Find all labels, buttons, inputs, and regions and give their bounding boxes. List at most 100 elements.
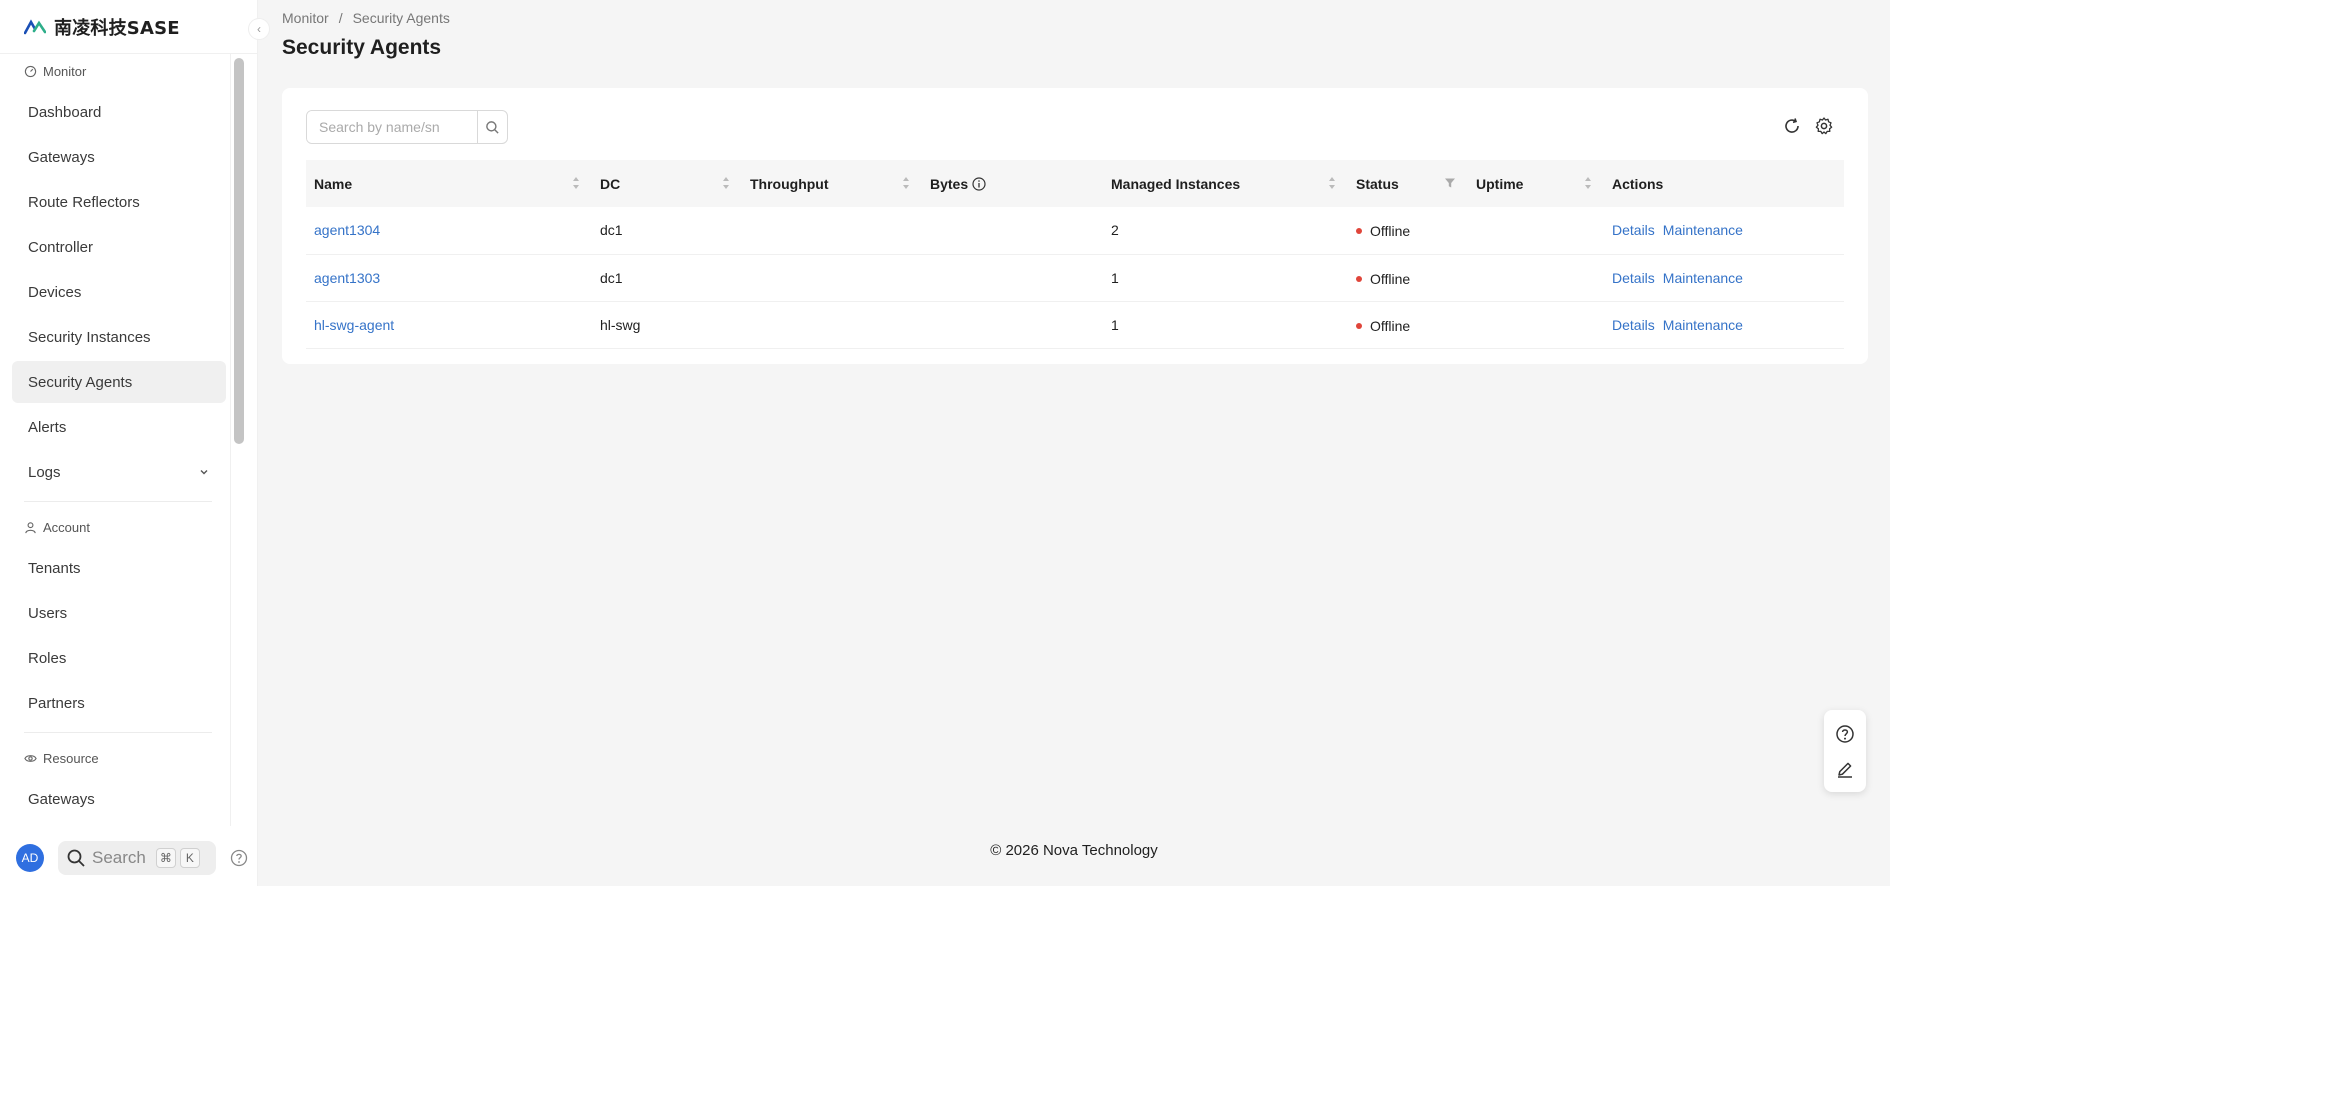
status-dot [1356,275,1362,282]
sidebar-item-tenants[interactable]: Tenants [12,547,226,589]
status-badge: Offline [1356,223,1410,239]
column-header-bytes: Bytes [922,160,1103,207]
sidebar-item-partners[interactable]: Partners [12,682,226,724]
sidebar-item-logs[interactable]: Logs [12,451,226,493]
cell-managed-instances: 2 [1103,207,1348,255]
column-header-uptime[interactable]: Uptime [1468,160,1604,207]
sort-icon[interactable] [1328,176,1336,190]
details-link[interactable]: Details [1612,222,1655,238]
column-header-label: Managed Instances [1111,175,1241,192]
sidebar-item-gateways[interactable]: Gateways [12,136,226,178]
status-dot [1356,228,1362,235]
sidebar-item-security-instances[interactable]: Security Instances [12,316,226,358]
sidebar-item-dashboard[interactable]: Dashboard [12,91,226,133]
sidebar-item-devices[interactable]: Devices [12,271,226,313]
column-header-throughput[interactable]: Throughput [742,160,922,207]
status-dot [1356,322,1362,329]
sidebar-item-label: Partners [28,694,85,712]
sidebar-scrollbar[interactable] [234,58,244,444]
search-button[interactable] [477,111,507,143]
sort-icon[interactable] [572,176,580,190]
filter-icon[interactable] [1444,177,1456,189]
sidebar-item-controller[interactable]: Controller [12,226,226,268]
sidebar-item-label: Security Instances [28,328,151,346]
sidebar-item-label: Devices [28,283,82,301]
status-badge: Offline [1356,318,1410,334]
sort-icon[interactable] [722,176,730,190]
column-header-actions: Actions [1604,160,1844,207]
sidebar-item-route-reflectors[interactable]: Route Reflectors [12,181,226,223]
search-input[interactable] [307,111,477,143]
status-text: Offline [1370,317,1411,334]
column-header-label: Actions [1612,175,1664,192]
global-search-button[interactable]: Search ⌘ K [58,841,216,875]
column-header-label: Uptime [1476,175,1524,192]
kbd-k: K [179,848,200,868]
column-header-name[interactable]: Name [306,160,592,207]
settings-gear-icon[interactable] [1814,116,1834,136]
sort-icon[interactable] [902,176,910,190]
cell-uptime [1468,301,1604,349]
kbd-command: ⌘ [155,848,176,868]
details-link[interactable]: Details [1612,317,1655,333]
sidebar-footer: AD Search ⌘ K [0,830,258,886]
help-circle-icon[interactable] [230,849,248,867]
details-link[interactable]: Details [1612,270,1655,286]
sidebar-item-security-agents[interactable]: Security Agents [12,361,226,403]
cell-dc: hl-swg [592,301,742,349]
agents-table: Name DC Throughput Bytes Managed Instanc… [306,160,1844,349]
breadcrumb: Monitor / Security Agents [282,10,450,26]
refresh-icon[interactable] [1782,116,1802,136]
column-header-label: Name [314,175,353,192]
status-text: Offline [1370,223,1411,240]
agent-name-link[interactable]: agent1303 [314,270,380,286]
edit-pen-icon[interactable] [1835,759,1855,779]
nav-divider [24,501,212,502]
cell-uptime [1468,207,1604,255]
column-header-label: Bytes [930,175,969,192]
column-header-dc[interactable]: DC [592,160,742,207]
sidebar-item-label: Security Agents [28,373,133,391]
agent-name-link[interactable]: agent1304 [314,222,380,238]
cell-bytes [922,301,1103,349]
sidebar-item-label: Gateways [28,148,95,166]
sidebar-item-label: Alerts [28,418,67,436]
cell-throughput [742,207,922,255]
table-row: agent1304 dc1 2 Offline Details Maintenan… [306,207,1844,255]
cell-uptime [1468,254,1604,302]
column-header-status[interactable]: Status [1348,160,1468,207]
maintenance-link[interactable]: Maintenance [1663,222,1743,238]
sidebar-item-label: Tenants [28,559,81,577]
cell-bytes [922,254,1103,302]
chevron-down-icon [200,470,208,475]
nav-group-label: Monitor [43,63,87,79]
sidebar-item-label: Gateways [28,790,95,808]
sidebar-item-resource-gateways[interactable]: Gateways [12,778,226,820]
sidebar-item-roles[interactable]: Roles [12,637,226,679]
sort-icon[interactable] [1584,176,1592,190]
breadcrumb-current: Security Agents [352,10,450,26]
main-content: Monitor / Security Agents Security Agent… [258,0,1890,886]
column-header-managed-instances[interactable]: Managed Instances [1103,160,1348,207]
maintenance-link[interactable]: Maintenance [1663,317,1743,333]
nav-group-account: Account [0,510,232,544]
sidebar-item-alerts[interactable]: Alerts [12,406,226,448]
breadcrumb-monitor[interactable]: Monitor [282,10,329,26]
avatar[interactable]: AD [16,844,44,872]
dashboard-gauge-icon [24,65,37,77]
breadcrumb-separator: / [338,10,343,26]
maintenance-link[interactable]: Maintenance [1663,270,1743,286]
help-circle-icon[interactable] [1835,724,1855,744]
resource-eye-icon [24,754,37,762]
agent-name-link[interactable]: hl-swg-agent [314,317,394,333]
cell-dc: dc1 [592,207,742,255]
brand-name: 南凌科技SASE [54,17,180,39]
table-row: hl-swg-agent hl-swg 1 Offline Details Mai… [306,301,1844,349]
sidebar-item-label: Controller [28,238,94,256]
sidebar-item-users[interactable]: Users [12,592,226,634]
table-row: agent1303 dc1 1 Offline Details Maintenan… [306,254,1844,302]
brand[interactable]: 南凌科技SASE [0,0,257,54]
search-icon [486,120,499,134]
info-circle-icon[interactable] [972,176,986,191]
status-badge: Offline [1356,271,1410,287]
